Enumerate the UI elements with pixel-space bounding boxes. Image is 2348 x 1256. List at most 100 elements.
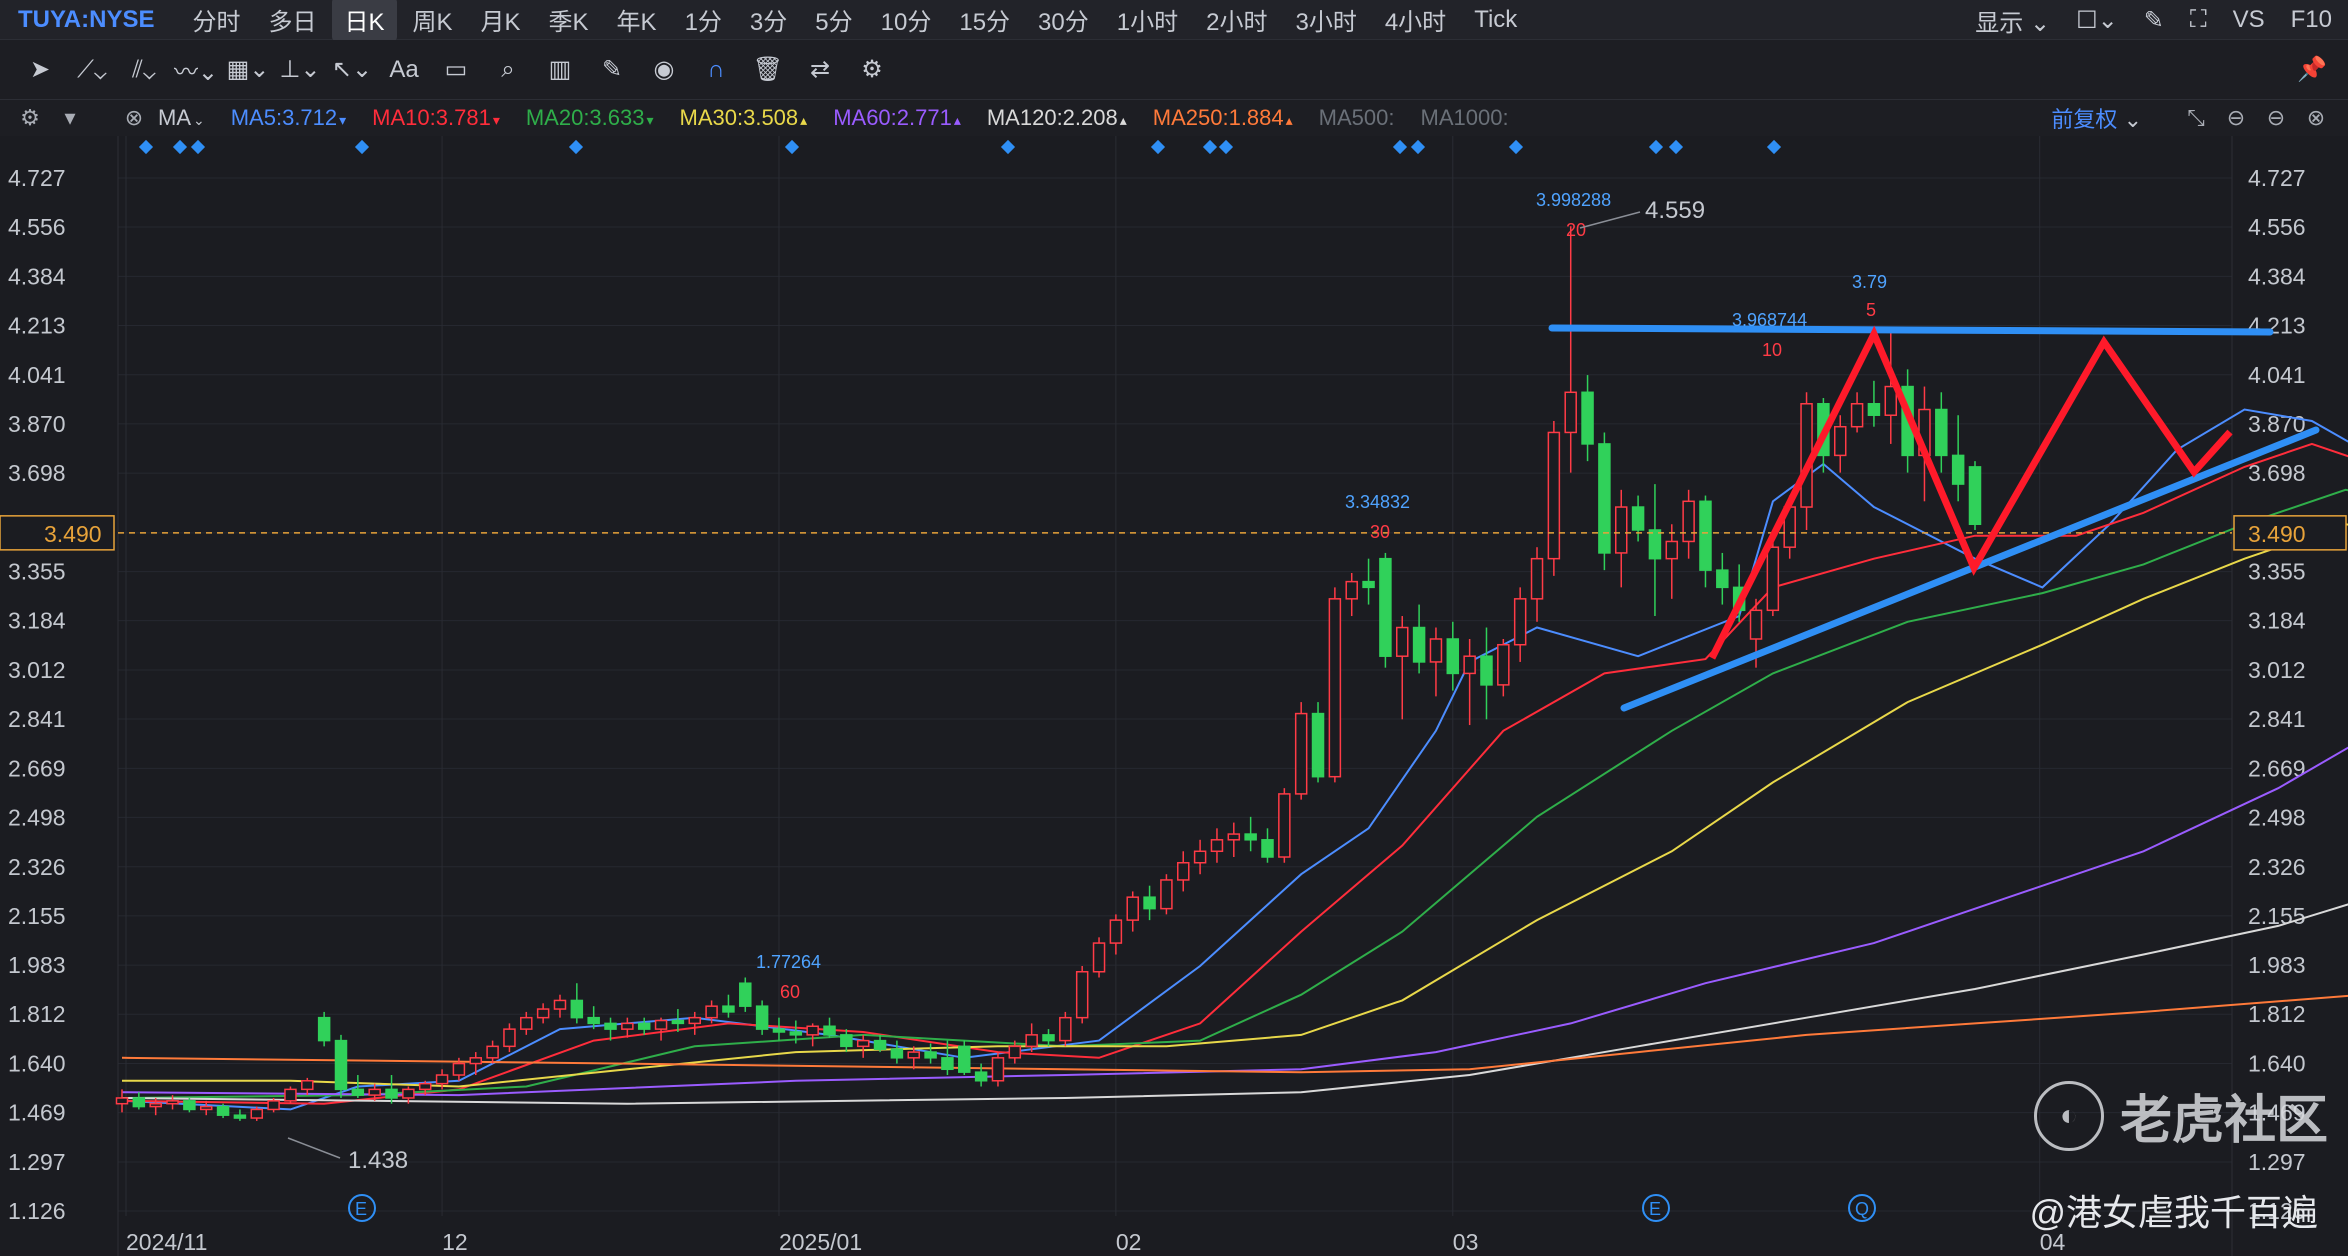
period-tab-13[interactable]: 1小时 bbox=[1105, 0, 1190, 41]
indicator-name[interactable]: MA ⌄ bbox=[158, 105, 205, 131]
candle-body bbox=[1850, 403, 1864, 428]
chart-label-60: 60 bbox=[780, 982, 800, 1002]
candle-body bbox=[469, 1057, 483, 1065]
period-tab-4[interactable]: 月K bbox=[469, 0, 533, 41]
period-tab-10[interactable]: 10分 bbox=[869, 0, 944, 41]
ma-item-1[interactable]: MA10:3.781 ▾ bbox=[372, 105, 500, 131]
candle-body bbox=[1278, 793, 1291, 858]
close-icon[interactable]: ⊗ bbox=[118, 102, 150, 134]
candle-body bbox=[1429, 638, 1443, 663]
pin-icon[interactable]: 📌 bbox=[2286, 48, 2338, 92]
candle-body bbox=[739, 982, 752, 1007]
period-tab-2[interactable]: 日K bbox=[332, 0, 397, 41]
candle bbox=[1968, 461, 1982, 530]
period-tab-12[interactable]: 30分 bbox=[1026, 0, 1101, 41]
channel-tool-icon[interactable]: ⫽⌄ bbox=[118, 48, 170, 92]
ma-item-6[interactable]: MA250:1.884 ▴ bbox=[1153, 105, 1293, 131]
display-menu[interactable]: 显示 ⌄ bbox=[1975, 3, 2050, 38]
candle-body bbox=[1547, 431, 1561, 560]
y-tick-label-right: 2.841 bbox=[2248, 706, 2306, 732]
ma-label: MA500: bbox=[1318, 105, 1395, 130]
y-tick-label-left: 4.041 bbox=[8, 362, 66, 388]
x-tick-label: 2025/01 bbox=[779, 1229, 862, 1255]
sync-icon[interactable]: ⇄ bbox=[794, 48, 846, 92]
period-tab-1[interactable]: 多日 bbox=[256, 0, 328, 41]
candle-body bbox=[1716, 569, 1729, 589]
candle-body bbox=[1075, 971, 1089, 1019]
y-tick-label-left: 2.669 bbox=[8, 755, 66, 781]
period-tab-8[interactable]: 3分 bbox=[738, 0, 799, 41]
fib-tool-icon[interactable]: ▦⌄ bbox=[222, 48, 274, 92]
candle-body bbox=[284, 1088, 297, 1102]
candle-body bbox=[570, 999, 584, 1019]
checkbox-icon[interactable]: ☐⌄ bbox=[2076, 6, 2118, 35]
measure-tool-icon[interactable]: ⊥⌄ bbox=[274, 48, 326, 92]
ticker-symbol[interactable]: TUYA:NYSE bbox=[18, 6, 154, 34]
y-tick-label-left: 2.498 bbox=[8, 804, 66, 830]
period-tab-9[interactable]: 5分 bbox=[803, 0, 864, 41]
settings-icon[interactable]: ⚙ bbox=[14, 102, 46, 134]
candle-body bbox=[536, 1008, 550, 1019]
candle-body bbox=[1362, 580, 1375, 589]
pen-icon[interactable]: ✎ bbox=[586, 48, 638, 92]
minus-icon[interactable]: ⊖ bbox=[2220, 102, 2252, 134]
ma-item-0[interactable]: MA5:3.712 ▾ bbox=[231, 105, 346, 131]
brush-icon[interactable]: ✎ bbox=[2144, 6, 2164, 35]
ma-item-2[interactable]: MA20:3.633 ▾ bbox=[526, 105, 654, 131]
candle-body bbox=[1193, 850, 1207, 864]
period-tab-7[interactable]: 1分 bbox=[673, 0, 734, 41]
collapse-icon[interactable]: ▾ bbox=[54, 102, 86, 134]
trash-icon[interactable]: 🗑 bbox=[742, 48, 794, 92]
comment-icon[interactable]: ▭ bbox=[430, 48, 482, 92]
gear-icon[interactable]: ⚙ bbox=[846, 48, 898, 92]
eye-icon[interactable]: ◉ bbox=[638, 48, 690, 92]
ma-item-5[interactable]: MA120:2.208 ▴ bbox=[987, 105, 1127, 131]
axis-settings-icon[interactable]: ⤡ bbox=[2180, 102, 2212, 134]
minus-icon[interactable]: ⊖ bbox=[2260, 102, 2292, 134]
candle-body bbox=[1042, 1034, 1055, 1042]
candle-body bbox=[301, 1080, 314, 1091]
period-tab-3[interactable]: 周K bbox=[401, 0, 465, 41]
text-tool-icon[interactable]: Aa bbox=[378, 48, 430, 92]
adjust-select[interactable]: 前复权 ⌄ bbox=[2051, 102, 2142, 134]
line-tool-icon[interactable]: ⟋⌄ bbox=[66, 48, 118, 92]
kline-chart[interactable]: 4.727 4.556 4.384 4.213 4.041 3.870 3.698 3.355… bbox=[0, 136, 2348, 1256]
candle-body bbox=[435, 1074, 449, 1085]
period-tab-16[interactable]: 4小时 bbox=[1373, 0, 1458, 41]
ma-item-4[interactable]: MA60:2.771 ▴ bbox=[833, 105, 961, 131]
candle-body bbox=[1446, 638, 1460, 675]
vs-button[interactable]: VS bbox=[2233, 6, 2265, 34]
candle bbox=[1092, 937, 1106, 978]
candle-body bbox=[840, 1034, 853, 1048]
period-tab-5[interactable]: 季K bbox=[537, 0, 601, 41]
search-icon[interactable]: ⌕ bbox=[482, 48, 534, 92]
candle-body bbox=[1059, 1016, 1072, 1042]
period-tab-6[interactable]: 年K bbox=[605, 0, 669, 41]
candle-settings-icon[interactable]: ▥ bbox=[534, 48, 586, 92]
candle-body bbox=[1480, 655, 1493, 686]
arrow-tool-icon[interactable]: ↖⌄ bbox=[326, 48, 378, 92]
ma-item-7[interactable]: MA500: bbox=[1319, 105, 1395, 131]
fullscreen-icon[interactable]: ⛶ bbox=[2190, 6, 2207, 34]
period-tab-17[interactable]: Tick bbox=[1462, 2, 1529, 38]
candle bbox=[1328, 587, 1342, 783]
candle-body bbox=[1833, 425, 1847, 457]
period-tab-14[interactable]: 2小时 bbox=[1194, 0, 1279, 41]
candle-body bbox=[1160, 879, 1173, 910]
period-tab-11[interactable]: 15分 bbox=[947, 0, 1022, 41]
x-tick-label: 12 bbox=[442, 1229, 468, 1255]
f10-button[interactable]: F10 bbox=[2291, 6, 2332, 34]
candle-body bbox=[132, 1097, 146, 1108]
period-tab-0[interactable]: 分时 bbox=[180, 0, 252, 41]
cursor-icon[interactable]: ➤ bbox=[14, 48, 66, 92]
y-tick-label-left: 1.812 bbox=[8, 1001, 66, 1027]
ma-item-3[interactable]: MA30:3.508 ▴ bbox=[680, 105, 808, 131]
wave-tool-icon[interactable]: 〰⌄ bbox=[170, 48, 222, 92]
candle bbox=[1379, 552, 1392, 668]
candle bbox=[1059, 1011, 1072, 1047]
close-icon[interactable]: ⊗ bbox=[2300, 102, 2332, 134]
magnet-icon[interactable]: ∩ bbox=[690, 48, 742, 92]
candle-body bbox=[1614, 506, 1628, 554]
period-tab-15[interactable]: 3小时 bbox=[1283, 0, 1368, 41]
ma-item-8[interactable]: MA1000: bbox=[1421, 105, 1509, 131]
